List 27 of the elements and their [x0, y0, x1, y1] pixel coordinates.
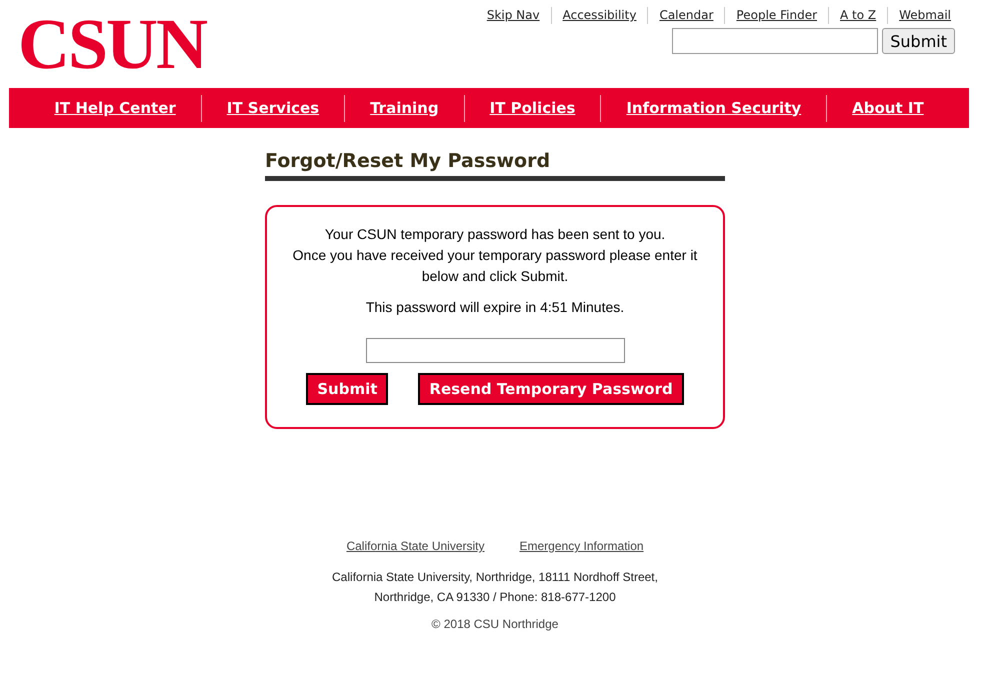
- password-field[interactable]: [366, 338, 624, 363]
- nav-link[interactable]: IT Policies: [464, 94, 600, 122]
- footer-link[interactable]: California State University: [346, 539, 484, 553]
- page-title: Forgot/Reset My Password: [265, 150, 725, 181]
- resend-button[interactable]: Resend Temporary Password: [418, 373, 684, 405]
- utility-link[interactable]: Skip Nav: [476, 7, 551, 24]
- nav-link[interactable]: About IT: [826, 94, 949, 122]
- utility-link[interactable]: Webmail: [887, 7, 955, 24]
- nav-link[interactable]: Training: [344, 94, 464, 122]
- utility-link[interactable]: Accessibility: [550, 7, 648, 24]
- nav-link[interactable]: IT Services: [200, 94, 344, 122]
- utility-link[interactable]: People Finder: [724, 7, 828, 24]
- utility-link[interactable]: Calendar: [647, 7, 724, 24]
- address-text: Northridge, CA 91330 / Phone: 818-677-1200: [373, 589, 617, 606]
- nav-link[interactable]: Information Security: [600, 94, 826, 122]
- logo[interactable]: CSUN: [18, 8, 206, 88]
- address-text: California State University, Northridge, 18111 Nordhoff Street,: [331, 569, 659, 586]
- nav-link[interactable]: IT Help Center: [29, 94, 201, 122]
- submit-button[interactable]: Submit: [306, 373, 388, 405]
- message-text: Once you have received your temporary password please enter it below and click Submit.: [292, 246, 698, 286]
- search-field[interactable]: [672, 28, 878, 54]
- utility-link[interactable]: A to Z: [828, 7, 888, 24]
- search-submit-button[interactable]: Submit: [882, 28, 955, 54]
- copyright-text: © 2018 CSU Northridge: [430, 617, 560, 631]
- footer-link[interactable]: Emergency Information: [520, 539, 644, 553]
- message-text: Your CSUN temporary password has been sent to you.: [324, 225, 666, 244]
- expiry-text: This password will expire in 4:51 Minutes.: [364, 299, 626, 315]
